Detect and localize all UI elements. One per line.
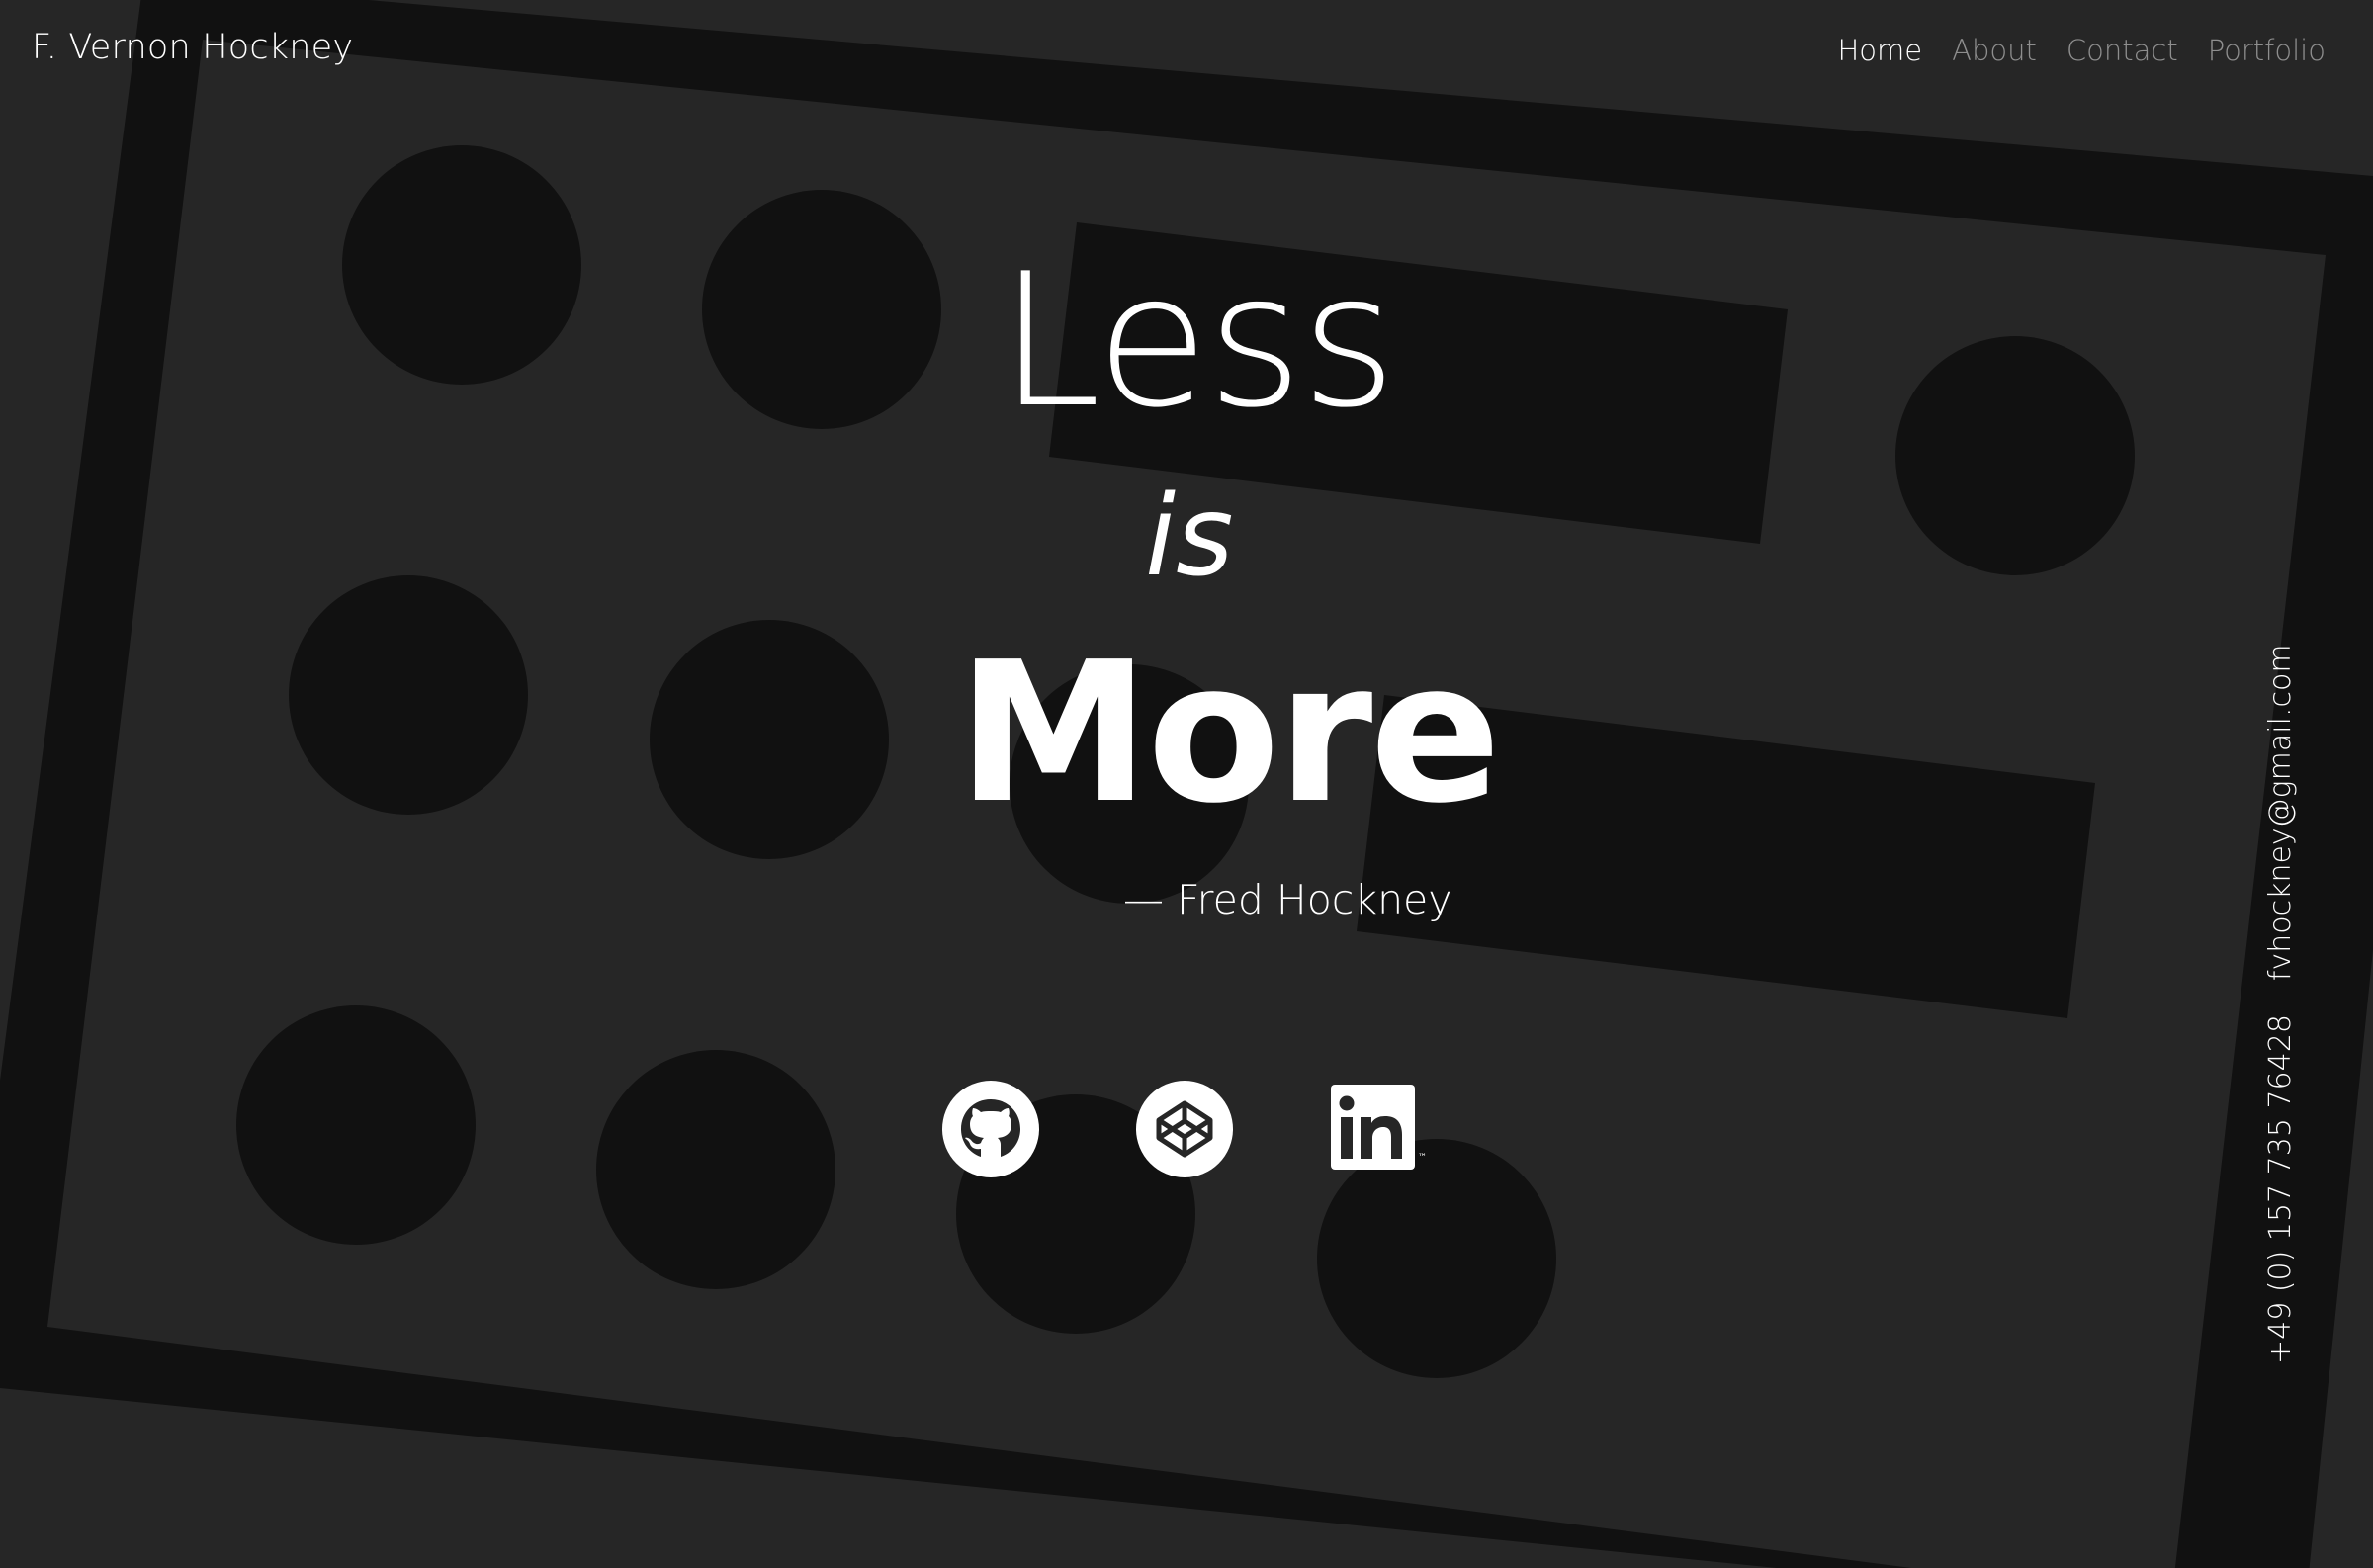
hero-quote-more: More — [957, 621, 1501, 846]
nav-portfolio-link[interactable]: Portfolio — [2208, 34, 2326, 67]
github-link[interactable] — [941, 1080, 1040, 1178]
linkedin-icon: ™ — [1331, 1085, 1427, 1170]
contact-phone[interactable]: +49 (0) 157 735 76428 — [2263, 1014, 2298, 1364]
github-icon — [942, 1081, 1039, 1177]
nav-contact-link[interactable]: Contact — [2066, 34, 2178, 67]
contact-vertical: +49 (0) 157 735 76428 fvhockney@gmail.co… — [2263, 644, 2298, 1364]
contact-email[interactable]: fvhockney@gmail.com — [2263, 644, 2298, 981]
nav-about-link[interactable]: About — [1952, 34, 2037, 67]
hero-quote-is: is — [1145, 473, 1234, 601]
linkedin-link[interactable]: ™ — [1331, 1085, 1434, 1174]
codepen-link[interactable] — [1135, 1080, 1234, 1178]
hero-quote-less: Less — [999, 233, 1397, 448]
codepen-icon — [1136, 1081, 1233, 1177]
nav-home-link[interactable]: Home — [1837, 34, 1922, 67]
brand-logo-text[interactable]: F. Vernon Hockney — [32, 28, 353, 67]
hero-quote-author: — Fred Hockney — [1123, 876, 1452, 923]
main-nav: Home About Contact Portfolio — [1837, 34, 2326, 67]
page-root: F. Vernon Hockney Home About Contact Por… — [0, 0, 2373, 1568]
svg-text:™: ™ — [1418, 1153, 1427, 1163]
contact-vertical-text: +49 (0) 157 735 76428 fvhockney@gmail.co… — [2263, 644, 2298, 1364]
